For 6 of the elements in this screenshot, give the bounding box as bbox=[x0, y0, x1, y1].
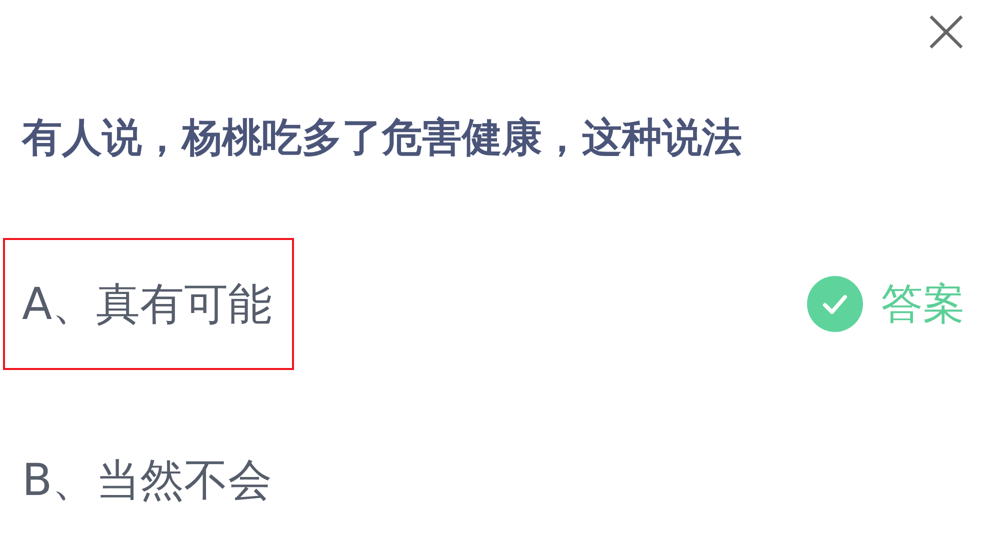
check-icon bbox=[807, 276, 863, 332]
answer-option[interactable]: A、真有可能 bbox=[3, 238, 294, 370]
close-button[interactable]: × bbox=[915, 0, 977, 62]
question-text: 有人说，杨桃吃多了危害健康，这种说法 bbox=[22, 114, 743, 163]
answer-label: 答案 bbox=[881, 278, 965, 330]
answer-option[interactable]: B、当然不会 bbox=[3, 414, 294, 540]
